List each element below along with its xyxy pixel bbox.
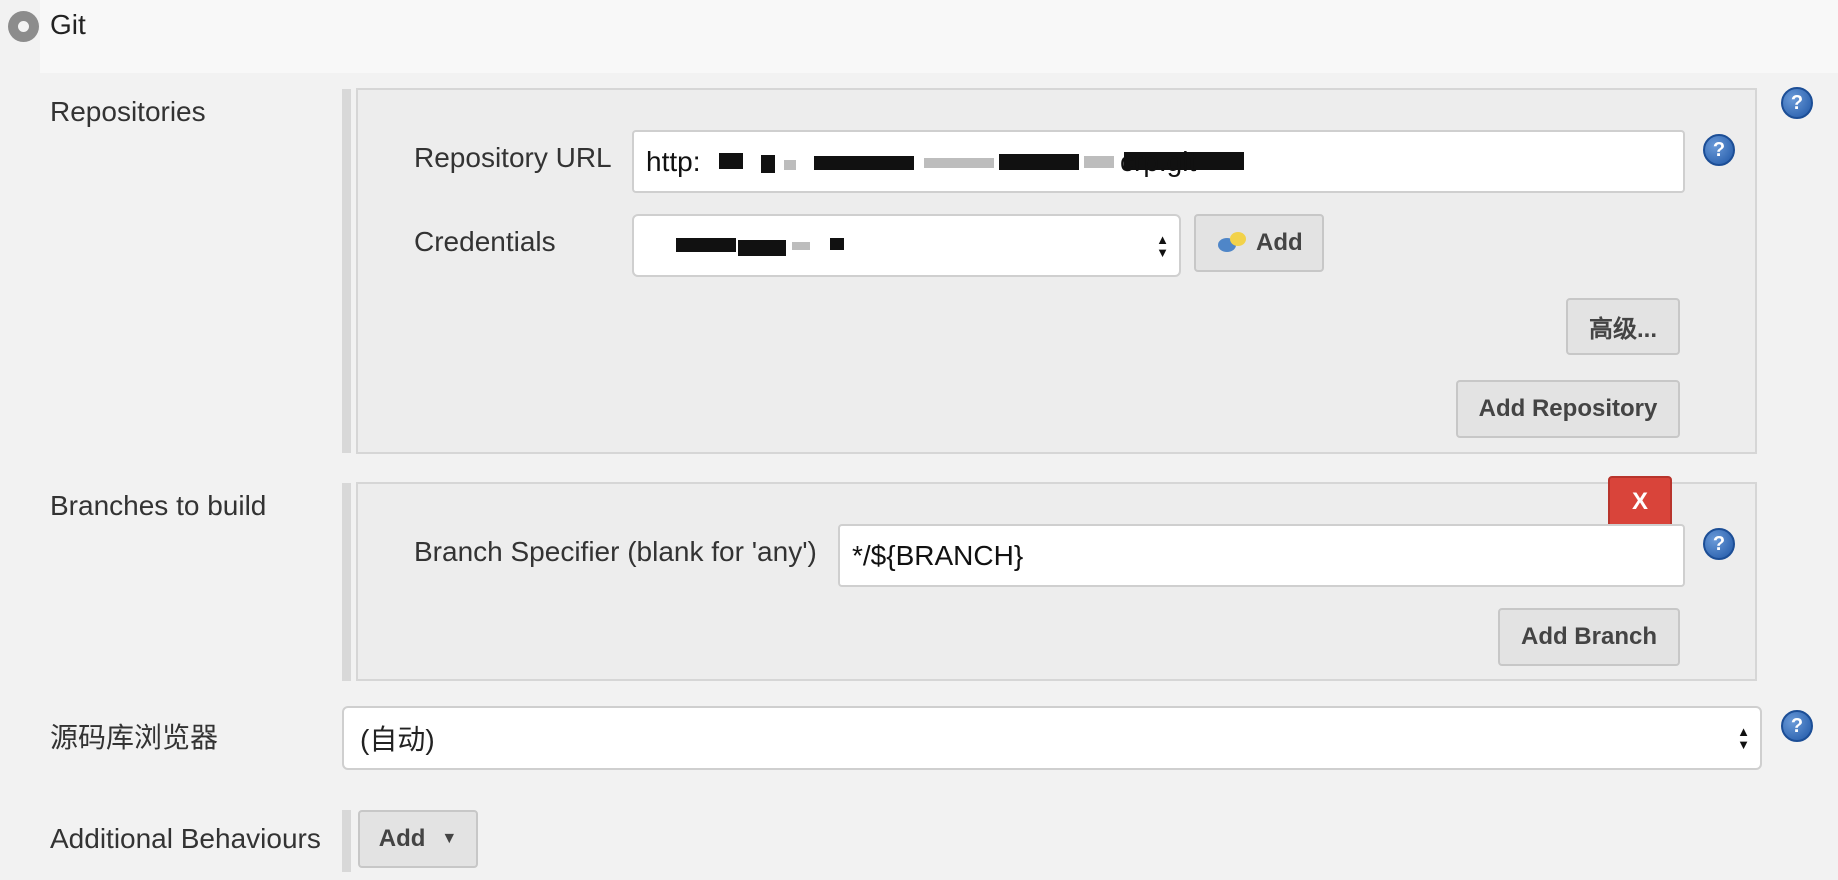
branch-specifier-help-icon[interactable]: ?: [1703, 528, 1735, 560]
repository-url-input[interactable]: http: crp.git: [632, 130, 1685, 193]
repository-browser-selected: (自动): [360, 724, 435, 755]
credentials-add-label: Add: [1256, 229, 1303, 256]
delete-branch-button[interactable]: X: [1608, 476, 1672, 528]
repository-browser-label: 源码库浏览器: [50, 722, 219, 753]
caret-down-icon: ▼: [441, 830, 458, 847]
branch-specifier-value: */${BRANCH}: [852, 539, 1024, 571]
credentials-add-button[interactable]: Add: [1194, 214, 1324, 272]
branches-label: Branches to build: [50, 490, 267, 521]
repository-url-label: Repository URL: [414, 142, 612, 173]
repository-url-value: http:: [646, 145, 701, 177]
add-behaviour-label: Add: [378, 825, 426, 852]
repositories-divider: [342, 89, 351, 453]
branches-divider: [342, 483, 351, 681]
behaviours-divider: [342, 810, 351, 872]
select-arrows-icon: ▲ ▼: [1737, 724, 1750, 752]
radio-selected-icon[interactable]: [8, 11, 39, 42]
repository-browser-help-icon[interactable]: ?: [1781, 710, 1813, 742]
repositories-help-icon[interactable]: ?: [1781, 87, 1813, 119]
credentials-label: Credentials: [414, 226, 556, 257]
add-repository-button[interactable]: Add Repository: [1456, 380, 1680, 438]
branch-specifier-input[interactable]: */${BRANCH}: [838, 524, 1685, 587]
branch-specifier-label: Branch Specifier (blank for 'any'): [414, 536, 817, 567]
advanced-button[interactable]: 高级...: [1566, 298, 1680, 355]
repositories-label: Repositories: [50, 96, 206, 127]
select-arrows-icon: ▲ ▼: [1156, 231, 1169, 260]
scm-git-label: Git: [50, 9, 86, 40]
credentials-select[interactable]: ▲ ▼: [632, 214, 1181, 277]
repository-url-suffix: crp.git: [1120, 146, 1197, 177]
add-behaviour-button[interactable]: Add ▼: [358, 810, 478, 868]
credentials-key-icon: [1218, 232, 1248, 254]
add-branch-button[interactable]: Add Branch: [1498, 608, 1680, 666]
scm-git-header: [40, 0, 1838, 73]
repository-browser-select[interactable]: (自动) ▲ ▼: [342, 706, 1762, 770]
repository-url-help-icon[interactable]: ?: [1703, 134, 1735, 166]
additional-behaviours-label: Additional Behaviours: [50, 823, 321, 854]
